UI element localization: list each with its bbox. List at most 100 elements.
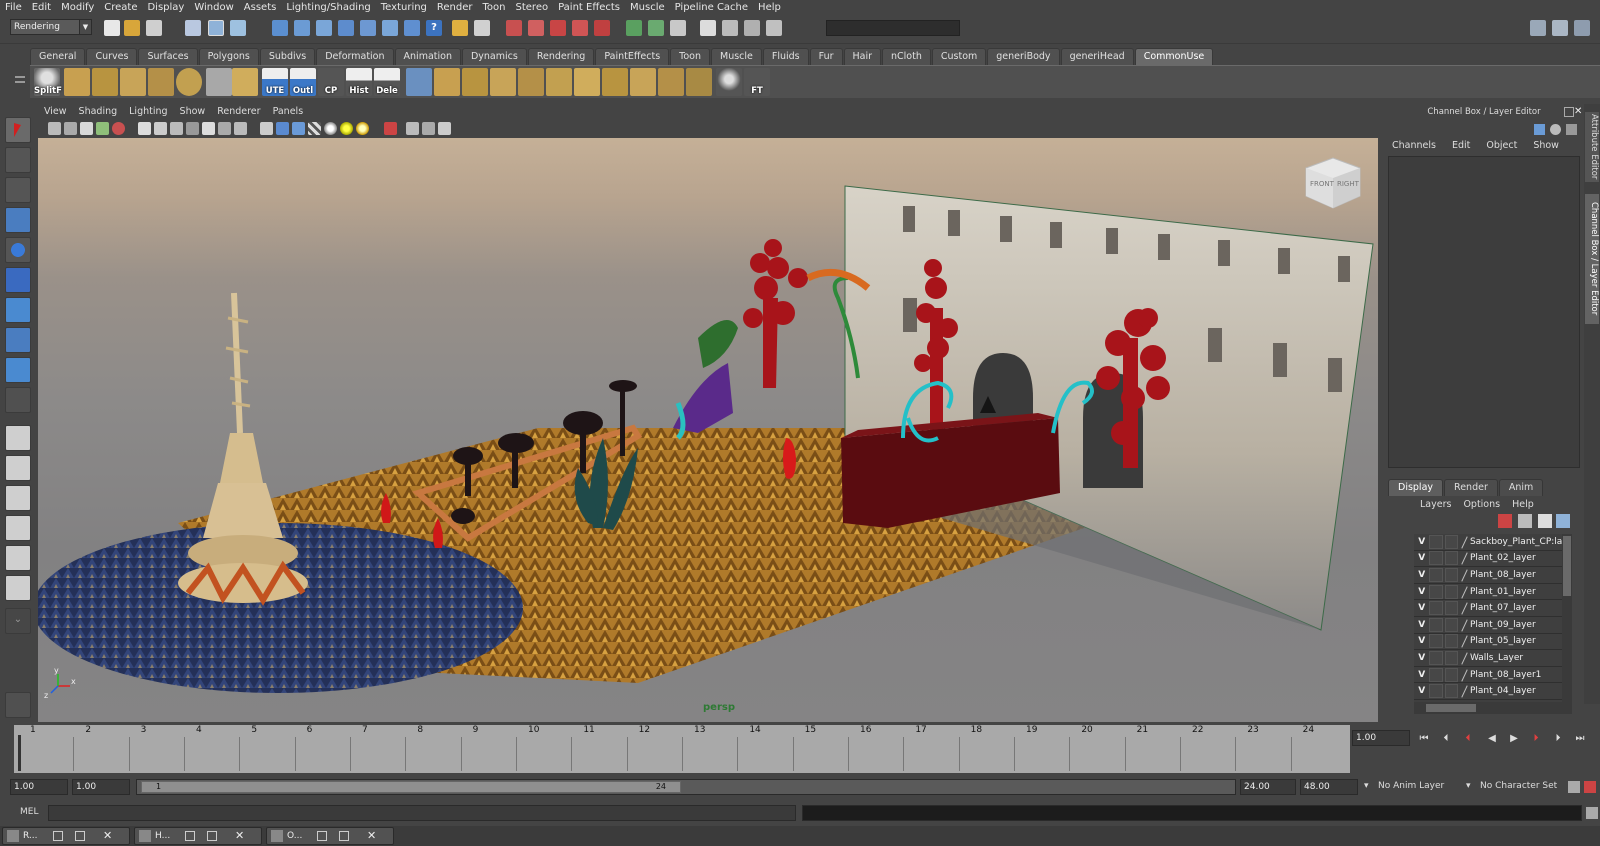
plane-icon[interactable] xyxy=(64,68,90,96)
toggle-tool-settings-icon[interactable] xyxy=(1552,20,1568,36)
layer-list-scrollbar[interactable] xyxy=(1562,534,1572,702)
snap-plane-icon[interactable] xyxy=(338,20,354,36)
menu-item-help[interactable]: Help xyxy=(753,0,786,16)
sphere-icon[interactable] xyxy=(176,68,202,96)
all-lights-icon[interactable] xyxy=(340,122,353,135)
shelf-tab-painteffects[interactable]: PaintEffects xyxy=(595,47,670,65)
construction-history-icon[interactable] xyxy=(404,20,420,36)
rotate-tool-icon[interactable] xyxy=(5,237,31,263)
shelf-tab-fluids[interactable]: Fluids xyxy=(762,47,809,65)
render-current-icon[interactable] xyxy=(506,20,522,36)
flatten-icon[interactable] xyxy=(658,68,684,96)
layer-row[interactable]: V Walls_Layer xyxy=(1414,650,1562,667)
chevron-down-icon[interactable]: ▾ xyxy=(1364,781,1369,791)
step-forward-frame-icon[interactable]: ⏵ xyxy=(1550,732,1566,746)
view-cube[interactable]: FRONT RIGHT xyxy=(1305,157,1361,209)
restore-icon[interactable] xyxy=(53,831,63,841)
layer-menu-help[interactable]: Help xyxy=(1506,499,1540,510)
menu-item-display[interactable]: Display xyxy=(142,0,189,16)
layer-color-swatch[interactable] xyxy=(1444,634,1459,649)
select-component-icon[interactable] xyxy=(230,20,246,36)
menu-set-dropdown[interactable]: Rendering ▼ xyxy=(10,19,92,35)
film-gate-icon[interactable] xyxy=(154,122,167,135)
shelf-tab-fur[interactable]: Fur xyxy=(809,47,843,65)
camera-icon[interactable] xyxy=(700,20,716,36)
layer-row[interactable]: V Plant_05_layer xyxy=(1414,634,1562,651)
toggle-attribute-editor-icon[interactable] xyxy=(1530,20,1546,36)
menu-item-render[interactable]: Render xyxy=(432,0,478,16)
merge-icon[interactable] xyxy=(206,68,232,96)
grid-points-icon[interactable] xyxy=(434,68,460,96)
layer-row[interactable]: V Plant_09_layer xyxy=(1414,617,1562,634)
layer-type-toggle[interactable] xyxy=(1429,667,1443,682)
close-icon[interactable]: ✕ xyxy=(103,829,112,842)
viewport-menu-panels[interactable]: Panels xyxy=(267,104,310,120)
selected-input-icon[interactable] xyxy=(474,20,490,36)
shelf-ute-button[interactable]: UTE xyxy=(262,68,288,96)
layer-row[interactable]: V Plant_08_layer xyxy=(1414,567,1562,584)
select-hierarchy-icon[interactable] xyxy=(185,20,201,36)
select-object-icon[interactable] xyxy=(208,20,224,36)
layer-color-swatch[interactable] xyxy=(1444,617,1459,632)
menu-item-stereo[interactable]: Stereo xyxy=(511,0,554,16)
paint-effects-icon[interactable] xyxy=(5,692,31,718)
reduce-icon[interactable] xyxy=(630,68,656,96)
step-forward-key-icon[interactable]: ⏵ xyxy=(1528,732,1544,746)
character-set-selector[interactable]: No Character Set xyxy=(1480,781,1557,791)
channel-box-area[interactable] xyxy=(1388,156,1580,468)
shelf-tab-dynamics[interactable]: Dynamics xyxy=(461,47,527,65)
playback-end-field[interactable]: 24.00 xyxy=(1240,779,1296,795)
shelf-tab-rendering[interactable]: Rendering xyxy=(527,47,595,65)
new-empty-layer-icon[interactable] xyxy=(1538,514,1552,528)
layer-type-toggle[interactable] xyxy=(1429,567,1443,582)
isolate-icon[interactable] xyxy=(744,20,760,36)
current-time-marker[interactable] xyxy=(18,735,21,771)
snap-curve-icon[interactable] xyxy=(294,20,310,36)
wireframe-icon[interactable] xyxy=(260,122,273,135)
default-lighting-icon[interactable] xyxy=(324,122,337,135)
start-time-field[interactable]: 1.00 xyxy=(10,779,68,795)
layer-color-swatch[interactable] xyxy=(1444,534,1459,549)
scale-tool-icon[interactable] xyxy=(5,267,31,293)
end-time-field[interactable]: 48.00 xyxy=(1300,779,1358,795)
keyable-icon[interactable] xyxy=(1534,124,1545,135)
subdivide-icon[interactable] xyxy=(490,68,516,96)
universal-manipulator-icon[interactable] xyxy=(5,297,31,323)
shelf-tab-surfaces[interactable]: Surfaces xyxy=(138,47,198,65)
layer-visibility-toggle[interactable]: V xyxy=(1414,570,1429,580)
step-back-frame-icon[interactable]: ⏴ xyxy=(1438,732,1454,746)
layer-visibility-toggle[interactable]: V xyxy=(1414,636,1429,646)
shadows-icon[interactable] xyxy=(356,122,369,135)
shelf-tab-generihead[interactable]: generiHead xyxy=(1060,47,1134,65)
mesh-grid-icon[interactable] xyxy=(574,68,600,96)
shelf-tab-ncloth[interactable]: nCloth xyxy=(882,47,931,65)
close-icon[interactable]: ✕ xyxy=(1574,106,1584,118)
bridge-icon[interactable] xyxy=(518,68,544,96)
time-slider[interactable]: 1 2 3 4 5 6 7 8 9 10 11 12 13 14 15 16 17 18 19 20 21 22 23 24 xyxy=(14,725,1350,773)
shelf-tab-polygons[interactable]: Polygons xyxy=(198,47,259,65)
shelf-tab-custom[interactable]: Custom xyxy=(931,47,987,65)
menu-item-texturing[interactable]: Texturing xyxy=(376,0,432,16)
menu-item-window[interactable]: Window xyxy=(189,0,238,16)
shelf-tab-animation[interactable]: Animation xyxy=(394,47,461,65)
gate-mask-icon[interactable] xyxy=(186,122,199,135)
help-icon[interactable]: ? xyxy=(426,20,442,36)
layer-tab-display[interactable]: Display xyxy=(1388,479,1444,496)
xray-icon[interactable] xyxy=(384,122,397,135)
transfer-icon[interactable] xyxy=(602,68,628,96)
shelf-cp-button[interactable]: CP xyxy=(318,68,344,96)
safe-action-icon[interactable] xyxy=(218,122,231,135)
lasso-tool-icon[interactable] xyxy=(5,147,31,173)
close-icon[interactable]: ✕ xyxy=(235,829,244,842)
select-tool-icon[interactable] xyxy=(5,117,31,143)
perspective-viewport[interactable]: FRONT RIGHT x y z persp xyxy=(38,138,1378,722)
smooth-shade-icon[interactable] xyxy=(276,122,289,135)
viewport-menu-shading[interactable]: Shading xyxy=(73,104,124,120)
layer-visibility-toggle[interactable]: V xyxy=(1414,587,1429,597)
side-tab-channel-box[interactable]: Channel Box / Layer Editor xyxy=(1585,194,1599,324)
ipr-render-icon[interactable] xyxy=(528,20,544,36)
menu-item-lighting-shading[interactable]: Lighting/Shading xyxy=(281,0,375,16)
layer-type-toggle[interactable] xyxy=(1429,634,1443,649)
paint-select-tool-icon[interactable] xyxy=(5,177,31,203)
layer-list-hscrollbar[interactable] xyxy=(1414,702,1572,714)
